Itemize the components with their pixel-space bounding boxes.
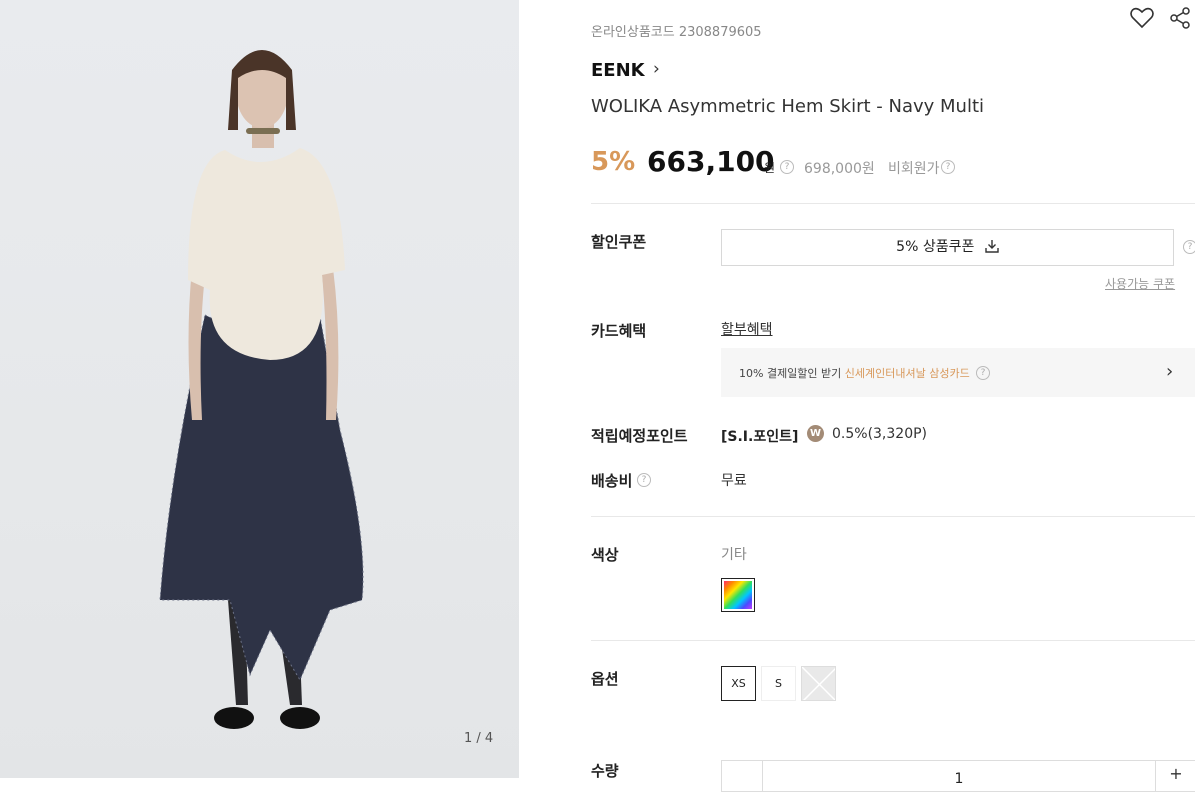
size-option-xs[interactable]: XS — [721, 666, 756, 701]
si-point-badge: W — [807, 425, 824, 442]
shipping-value: 무료 — [721, 473, 747, 489]
card-promo-prefix: 10% 결제일할인 받기 — [739, 367, 842, 380]
chevron-right-icon[interactable]: › — [1166, 361, 1173, 382]
online-product-code: 온라인상품코드 2308879605 — [591, 25, 762, 40]
card-benefit-label: 카드혜택 — [591, 322, 647, 340]
size-option-s[interactable]: S — [761, 666, 796, 701]
card-promo-banner[interactable]: 10% 결제일할인 받기 신세계인터내셔날 삼성카드 ? › — [721, 348, 1195, 397]
installment-benefit-link[interactable]: 할부혜택 — [721, 319, 773, 339]
discount-rate: 5% — [591, 147, 636, 177]
help-icon[interactable]: ? — [780, 160, 794, 174]
download-icon — [985, 240, 999, 253]
product-info-panel: 온라인상품코드 2308879605 EENK › WOLIKA Asymmet… — [591, 0, 1195, 792]
coupon-label: 할인쿠폰 — [591, 233, 647, 251]
quantity-increase-button[interactable]: + — [1155, 761, 1195, 791]
currency-unit: 원 — [764, 161, 776, 175]
color-label: 색상 — [591, 546, 619, 564]
help-icon[interactable]: ? — [976, 366, 990, 380]
help-icon[interactable]: ? — [1183, 240, 1195, 254]
help-icon[interactable]: ? — [941, 160, 955, 174]
original-price: 698,000원 — [804, 161, 875, 177]
available-coupons-link[interactable]: 사용가능 쿠폰 — [1105, 275, 1175, 292]
brand-link[interactable]: EENK — [591, 60, 645, 81]
coupon-button-label: 5% 상품쿠폰 — [896, 239, 975, 255]
option-label: 옵션 — [591, 670, 619, 688]
quantity-stepper[interactable]: 1 + — [721, 760, 1195, 792]
card-promo-highlight: 신세계인터내셔날 삼성카드 — [844, 367, 970, 380]
product-image[interactable]: 1 / 4 — [0, 0, 519, 778]
color-value: 기타 — [721, 547, 747, 563]
quantity-value[interactable]: 1 — [722, 771, 1195, 787]
card-promo-text: 10% 결제일할인 받기 신세계인터내셔날 삼성카드 — [739, 365, 970, 381]
divider — [591, 203, 1195, 204]
model-illustration — [159, 50, 364, 729]
divider — [591, 640, 1195, 641]
divider — [591, 516, 1195, 517]
help-icon[interactable]: ? — [637, 473, 651, 487]
sale-price: 663,100 — [647, 145, 775, 178]
points-value: 0.5%(3,320P) — [832, 426, 928, 442]
share-icon[interactable] — [1169, 6, 1191, 30]
heart-icon[interactable] — [1129, 6, 1155, 30]
points-label: 적립예정포인트 — [591, 427, 688, 445]
si-point-type: [S.I.포인트] — [721, 429, 799, 445]
shipping-label: 배송비 — [591, 472, 633, 490]
product-title: WOLIKA Asymmetric Hem Skirt - Navy Multi — [591, 96, 985, 117]
image-counter: 1 / 4 — [464, 731, 494, 746]
coupon-download-button[interactable]: 5% 상품쿠폰 — [721, 229, 1174, 266]
chevron-right-icon[interactable]: › — [653, 59, 660, 79]
color-swatch-multi[interactable] — [721, 578, 755, 612]
original-price-label: 비회원가 — [888, 161, 940, 177]
soldout-cross-icon — [802, 667, 835, 700]
size-option-soldout — [801, 666, 836, 701]
